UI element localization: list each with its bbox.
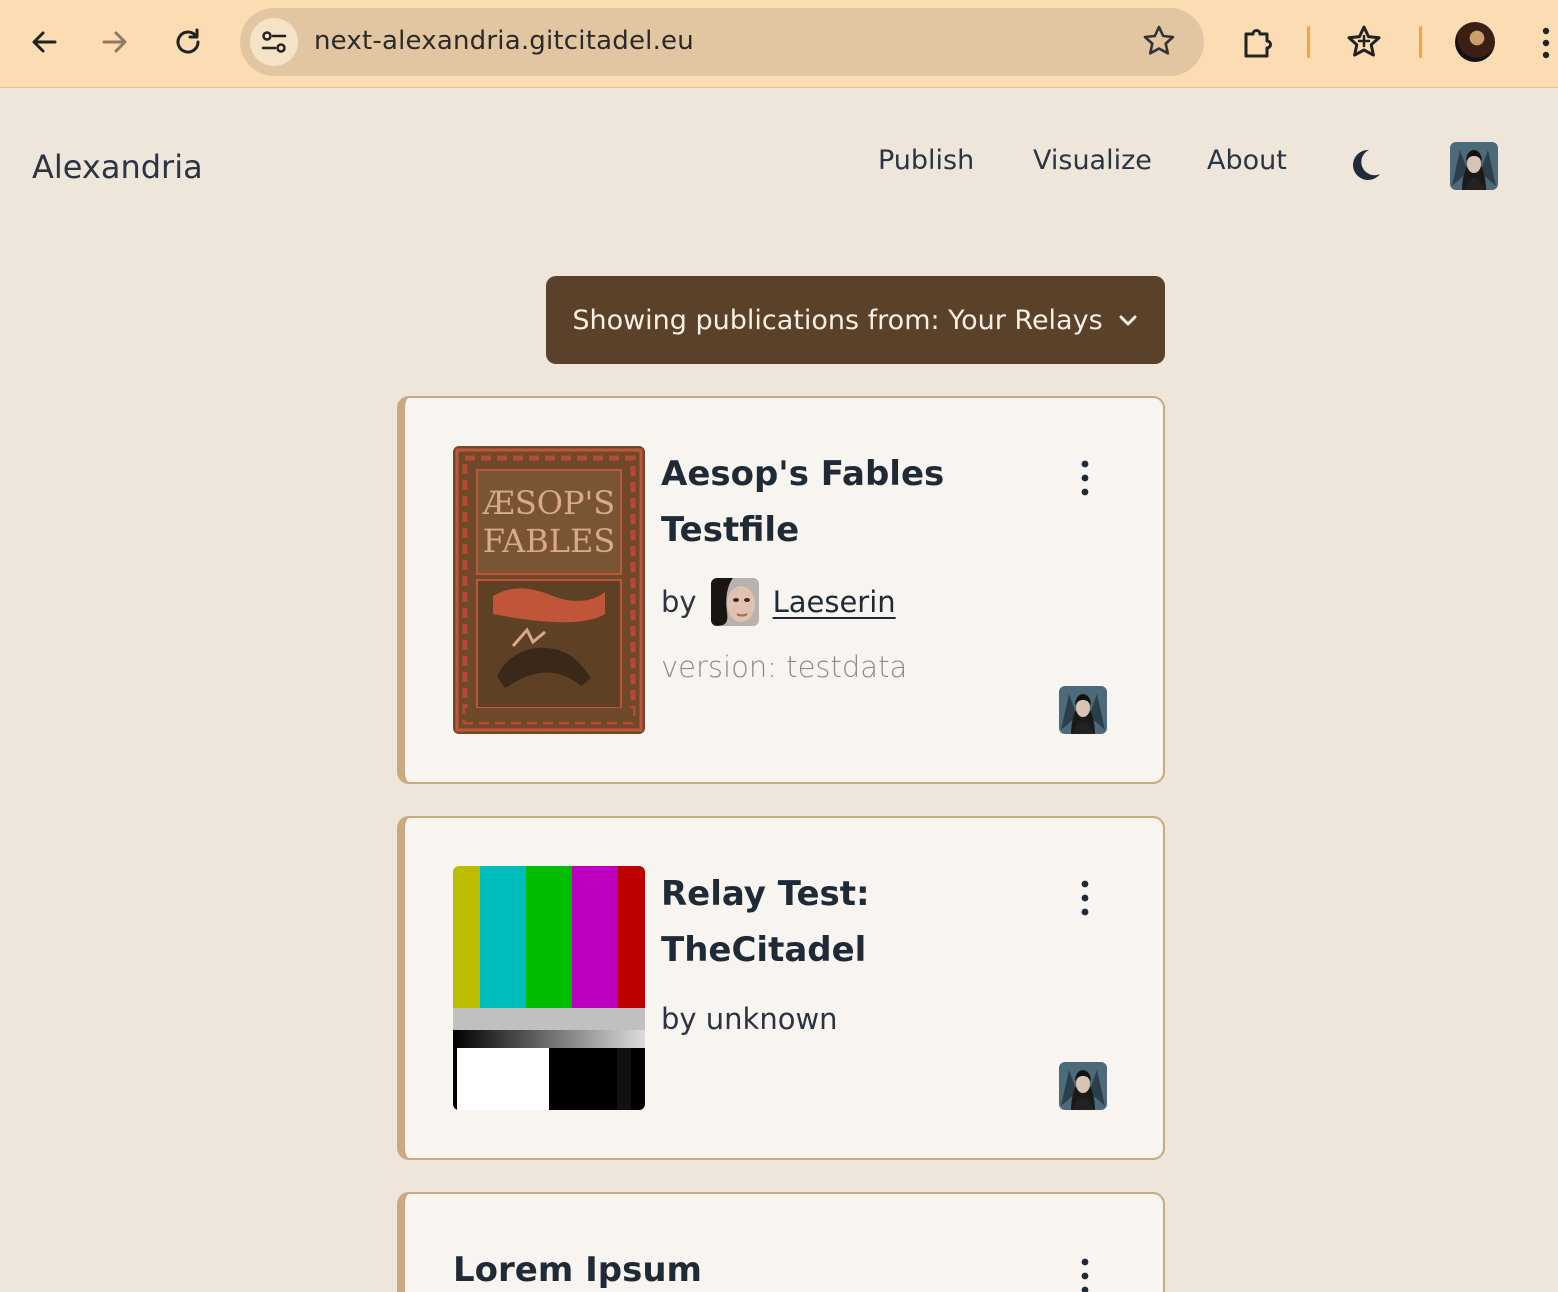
title-line: Testfile	[661, 510, 800, 550]
author-avatar[interactable]	[710, 578, 759, 626]
publisher-avatar[interactable]	[1059, 686, 1107, 734]
back-arrow-icon	[32, 31, 57, 53]
nav-about[interactable]: About	[1207, 145, 1287, 176]
title-line: TheCitadel	[661, 930, 867, 970]
reload-icon	[176, 28, 200, 54]
relay-source-dropdown[interactable]: Showing publications from: Your Relays	[546, 276, 1165, 364]
publication-card[interactable]: Relay Test: TheCitadel by unknown	[397, 816, 1165, 1160]
publication-version: version: testdata	[661, 650, 908, 684]
publication-author: by unknown	[661, 1002, 838, 1036]
address-bar[interactable]: next-alexandria.gitcitadel.eu	[240, 8, 1204, 76]
publisher-avatar[interactable]	[1059, 1062, 1107, 1110]
url-text[interactable]: next-alexandria.gitcitadel.eu	[314, 26, 694, 56]
forward-arrow-icon	[102, 31, 127, 53]
dark-mode-moon-icon[interactable]	[1345, 144, 1385, 184]
cover-text-fables: FABLES	[483, 522, 616, 560]
title-line: Aesop's Fables	[661, 454, 945, 494]
publication-cover-image[interactable]	[453, 866, 645, 1110]
publication-cover-image[interactable]: ÆSOP'S FABLES	[453, 446, 645, 734]
author-link[interactable]: Laeserin	[773, 585, 896, 619]
publication-card[interactable]: ÆSOP'S FABLES Aesop's Fables Testfile by	[397, 396, 1165, 784]
forward-button[interactable]	[93, 20, 137, 64]
toolbar-separator	[1419, 26, 1422, 58]
card-menu-icon[interactable]	[1073, 878, 1097, 918]
nav-publish[interactable]: Publish	[878, 145, 974, 176]
title-line: Lorem Ipsum	[453, 1250, 702, 1290]
card-menu-icon[interactable]	[1073, 458, 1097, 498]
browser-toolbar: next-alexandria.gitcitadel.eu	[0, 0, 1558, 88]
publication-title[interactable]: Relay Test: TheCitadel	[661, 866, 1001, 978]
nav-visualize[interactable]: Visualize	[1033, 145, 1152, 176]
publication-author: by Laeserin	[661, 578, 896, 626]
brand-logo[interactable]: Alexandria	[32, 148, 203, 186]
bookmark-star-icon[interactable]	[1142, 24, 1176, 62]
bookmarks-star-icon[interactable]	[1342, 20, 1386, 64]
publication-title[interactable]: Aesop's Fables Testfile	[661, 446, 1001, 558]
tune-icon	[261, 31, 287, 53]
browser-profile-avatar[interactable]	[1455, 22, 1495, 62]
back-button[interactable]	[22, 20, 66, 64]
cover-text-aesops: ÆSOP'S	[482, 484, 615, 522]
publication-card[interactable]: Lorem Ipsum	[397, 1192, 1165, 1292]
reload-button[interactable]	[166, 20, 210, 64]
user-avatar[interactable]	[1450, 142, 1498, 190]
browser-menu-icon[interactable]	[1534, 26, 1558, 60]
by-unknown-label: by unknown	[661, 1002, 838, 1036]
extensions-icon[interactable]	[1236, 20, 1280, 64]
site-info-button[interactable]	[250, 18, 298, 66]
toolbar-separator	[1307, 26, 1310, 58]
publication-title[interactable]: Lorem Ipsum	[453, 1242, 953, 1292]
title-line: Relay Test:	[661, 874, 870, 914]
chevron-down-icon	[1119, 315, 1137, 326]
card-menu-icon[interactable]	[1073, 1256, 1097, 1292]
by-label: by	[661, 585, 697, 619]
relay-source-label: Showing publications from: Your Relays	[572, 304, 1103, 336]
